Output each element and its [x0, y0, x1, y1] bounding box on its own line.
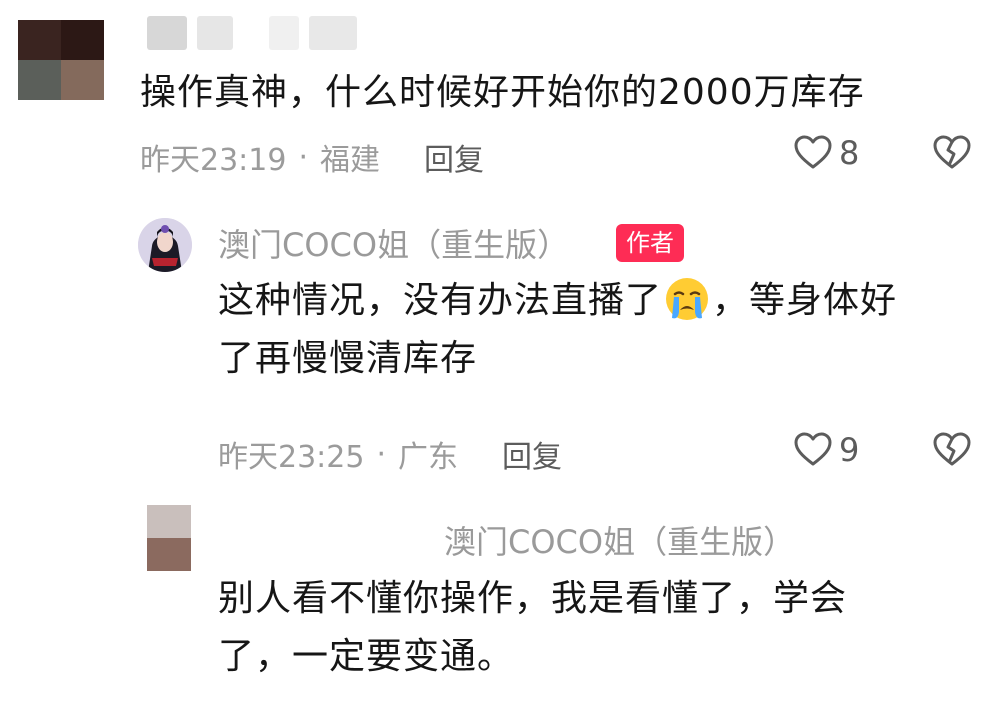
location: 福建 — [320, 143, 381, 178]
comment-text-line1: 这种情况，没有办法直播了 — [218, 280, 663, 321]
loudly-crying-face-icon — [666, 278, 709, 320]
author-avatar-image — [138, 218, 192, 272]
comment-meta: 昨天23:19 · 福建 回复 — [140, 135, 484, 179]
username-censored[interactable] — [147, 16, 357, 50]
comment-3: 澳门COCO姐（重生版） 别人看不懂你操作，我是看懂了，学会 了，一定要变通。 — [0, 495, 999, 709]
mention-name[interactable]: 澳门COCO姐（重生版） — [444, 517, 795, 563]
comment-meta: 昨天23:25 · 广东 回复 — [218, 432, 562, 476]
comment-text: 操作真神，什么时候好开始你的2000万库存 — [140, 72, 865, 113]
heart-outline-icon — [794, 135, 832, 169]
broken-heart-icon[interactable] — [932, 133, 972, 173]
avatar[interactable] — [147, 505, 191, 571]
location: 广东 — [398, 440, 459, 475]
reply-button[interactable]: 回复 — [424, 135, 484, 179]
author-badge: 作者 — [616, 224, 684, 262]
author-name[interactable]: 澳门COCO姐（重生版） — [218, 220, 569, 266]
like-count: 9 — [839, 431, 860, 469]
separator: · — [376, 436, 387, 472]
avatar[interactable] — [18, 20, 104, 100]
author-avatar[interactable] — [138, 218, 192, 272]
like-button[interactable]: 8 — [793, 133, 859, 173]
separator: · — [298, 139, 309, 175]
timestamp: 昨天23:25 — [218, 440, 365, 475]
timestamp: 昨天23:19 — [140, 143, 287, 178]
comment-text: 这种情况，没有办法直播了 ，等身体好 了再慢慢清库存 — [218, 272, 988, 388]
comment-text-line1-suffix: ，等身体好 — [712, 280, 898, 321]
like-button[interactable]: 9 — [793, 430, 859, 470]
broken-heart-icon[interactable] — [932, 430, 972, 470]
like-count: 8 — [839, 134, 860, 172]
comment-1: 操作真神，什么时候好开始你的2000万库存 昨天23:19 · 福建 回复 8 — [0, 0, 999, 190]
comment-text: 别人看不懂你操作，我是看懂了，学会 了，一定要变通。 — [218, 570, 938, 686]
comment-text-line2: 了，一定要变通。 — [218, 636, 515, 677]
comment-2-author-reply: 澳门COCO姐（重生版） 作者 这种情况，没有办法直播了 ，等身体好 了再慢慢清… — [0, 200, 999, 480]
comment-text-line2: 了再慢慢清库存 — [218, 338, 478, 379]
heart-outline-icon — [794, 432, 832, 466]
comment-text-line1: 别人看不懂你操作，我是看懂了，学会 — [218, 578, 848, 619]
reply-button[interactable]: 回复 — [502, 432, 562, 476]
